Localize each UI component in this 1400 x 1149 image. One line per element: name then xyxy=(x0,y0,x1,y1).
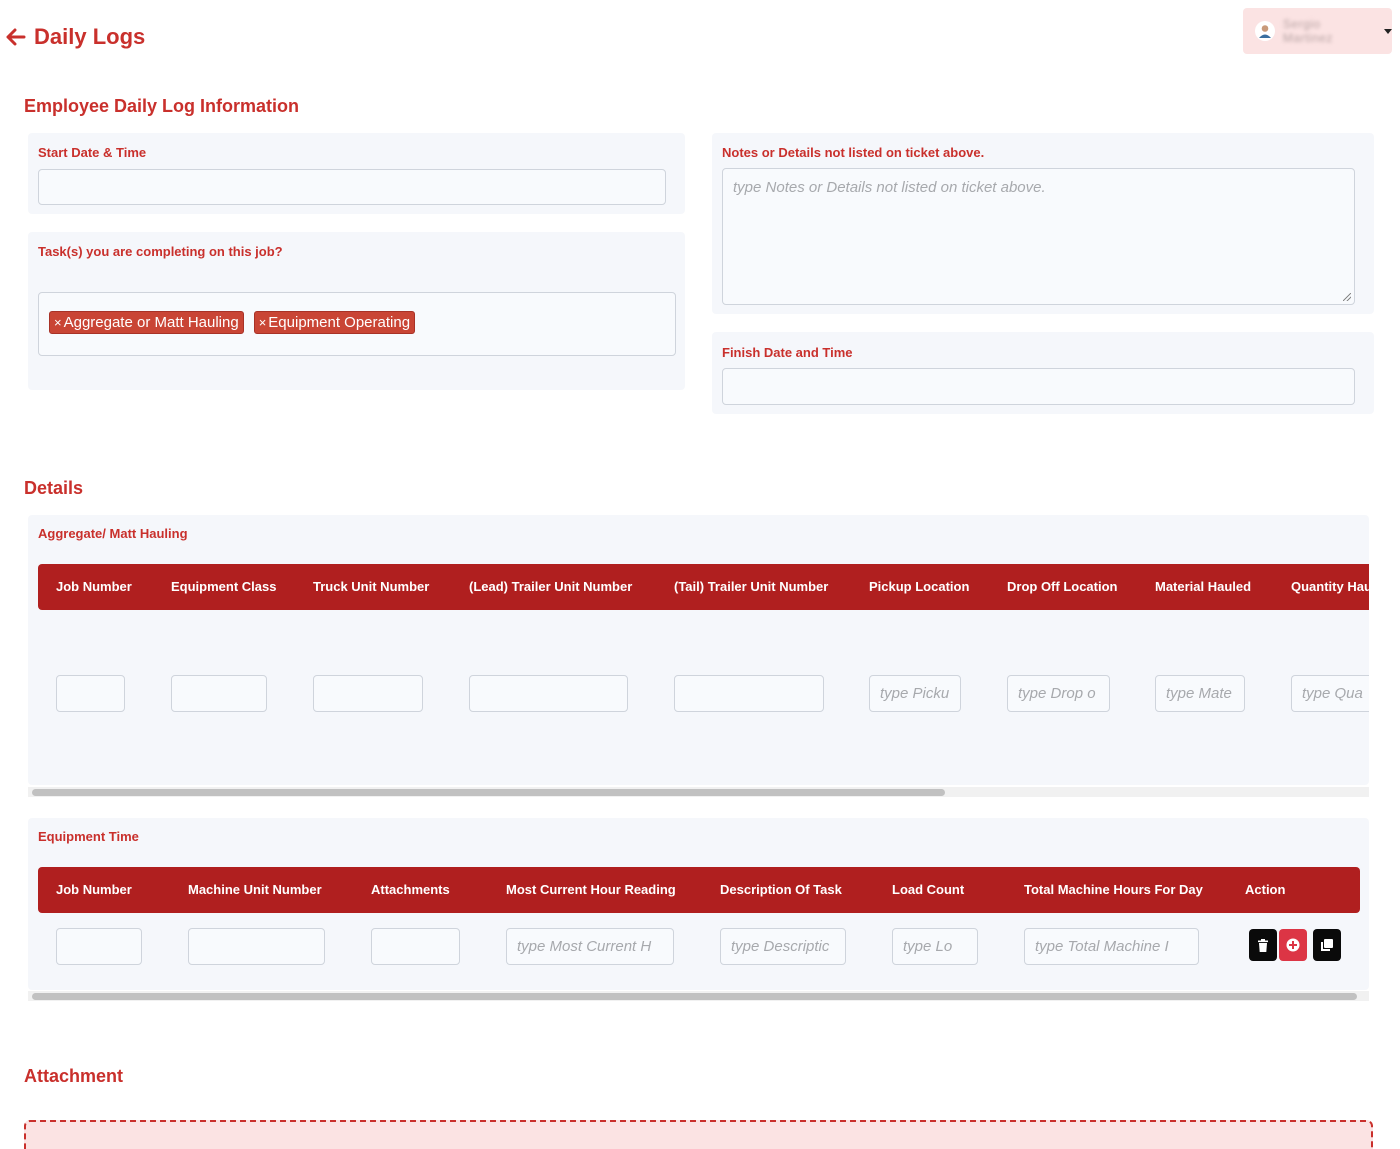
hauling-scrollbar-thumb[interactable] xyxy=(32,789,945,796)
task-tag[interactable]: × Aggregate or Matt Hauling xyxy=(49,311,244,334)
tasks-label: Task(s) you are completing on this job? xyxy=(38,244,283,259)
task-tag[interactable]: × Equipment Operating xyxy=(253,311,416,334)
equipment-job-number-input[interactable] xyxy=(56,928,142,965)
equipment-total-hours-input[interactable]: type Total Machine I xyxy=(1024,928,1199,965)
hauling-lead-trailer-input[interactable] xyxy=(469,675,628,712)
col-attachments[interactable]: Attachments xyxy=(371,867,450,913)
remove-tag-icon[interactable]: × xyxy=(54,315,62,330)
hauling-drop-off-input[interactable]: type Drop o xyxy=(1007,675,1110,712)
finish-date-panel: Finish Date and Time xyxy=(712,332,1374,414)
plus-circle-icon xyxy=(1286,938,1300,952)
resize-handle-icon[interactable] xyxy=(1343,293,1351,301)
attachment-section-title: Attachment xyxy=(24,1066,124,1086)
hauling-table-header: Job Number Equipment Class Truck Unit Nu… xyxy=(38,564,1369,610)
col-quantity-hauled[interactable]: Quantity Hau xyxy=(1291,564,1369,610)
col-total-machine-hours[interactable]: Total Machine Hours For Day xyxy=(1024,867,1203,913)
tasks-multiselect[interactable]: × Aggregate or Matt Hauling × Equipment Ope… xyxy=(38,292,676,356)
col-tail-trailer-unit[interactable]: (Tail) Trailer Unit Number xyxy=(674,564,828,610)
page-title: Daily Logs xyxy=(34,24,146,49)
hauling-tail-trailer-input[interactable] xyxy=(674,675,824,712)
col-lead-trailer-unit[interactable]: (Lead) Trailer Unit Number xyxy=(469,564,632,610)
attachment-dropzone[interactable] xyxy=(24,1120,1373,1149)
finish-date-input[interactable] xyxy=(722,368,1355,405)
col-truck-unit-number[interactable]: Truck Unit Number xyxy=(313,564,429,610)
equipment-scrollbar-thumb[interactable] xyxy=(32,993,1357,1000)
hauling-equipment-class-input[interactable] xyxy=(171,675,267,712)
col-job-number[interactable]: Job Number xyxy=(56,867,132,913)
hauling-pickup-location-input[interactable]: type Picku xyxy=(869,675,961,712)
finish-date-label: Finish Date and Time xyxy=(722,345,853,360)
copy-icon xyxy=(1321,939,1333,951)
hauling-panel: Aggregate/ Matt Hauling xyxy=(28,515,1369,785)
notes-textarea[interactable]: type Notes or Details not listed on tick… xyxy=(722,168,1355,305)
user-menu-button[interactable]: Sergio Martinez xyxy=(1243,8,1392,54)
info-section-title: Employee Daily Log Information xyxy=(24,96,300,116)
col-machine-unit-number[interactable]: Machine Unit Number xyxy=(188,867,322,913)
equipment-table-header: Job Number Machine Unit Number Attachmen… xyxy=(38,867,1360,913)
hauling-job-number-input[interactable] xyxy=(56,675,125,712)
hauling-truck-unit-input[interactable] xyxy=(313,675,423,712)
equipment-machine-unit-input[interactable] xyxy=(188,928,325,965)
user-avatar-icon xyxy=(1255,21,1275,41)
equipment-load-count-input[interactable]: type Lo xyxy=(892,928,978,965)
notes-placeholder: type Notes or Details not listed on tick… xyxy=(733,179,1046,196)
col-most-current-hour-reading[interactable]: Most Current Hour Reading xyxy=(506,867,676,913)
remove-tag-icon[interactable]: × xyxy=(259,315,267,330)
col-equipment-class[interactable]: Equipment Class xyxy=(171,564,276,610)
hauling-scrollbar[interactable] xyxy=(28,787,1369,797)
start-date-panel: Start Date & Time xyxy=(28,133,685,214)
details-section-title: Details xyxy=(24,478,84,498)
delete-row-button[interactable] xyxy=(1249,929,1277,961)
back-to-logs-link[interactable]: Daily Logs xyxy=(6,24,145,50)
arrow-left-icon xyxy=(6,28,26,46)
equipment-title: Equipment Time xyxy=(38,829,139,844)
equipment-scrollbar[interactable] xyxy=(28,991,1369,1001)
col-material-hauled[interactable]: Material Hauled xyxy=(1155,564,1251,610)
hauling-title: Aggregate/ Matt Hauling xyxy=(38,526,188,541)
notes-panel: Notes or Details not listed on ticket ab… xyxy=(712,133,1374,314)
tasks-panel: Task(s) you are completing on this job? … xyxy=(28,232,685,390)
start-date-input[interactable] xyxy=(38,169,666,205)
chevron-down-icon xyxy=(1384,28,1392,34)
equipment-description-input[interactable]: type Descriptic xyxy=(720,928,846,965)
col-pickup-location[interactable]: Pickup Location xyxy=(869,564,969,610)
notes-label: Notes or Details not listed on ticket ab… xyxy=(722,145,985,160)
start-date-label: Start Date & Time xyxy=(38,145,147,160)
user-name: Sergio Martinez xyxy=(1282,17,1333,45)
equipment-hour-reading-input[interactable]: type Most Current H xyxy=(506,928,674,965)
add-row-button[interactable] xyxy=(1279,929,1307,961)
hauling-quantity-input[interactable]: type Qua xyxy=(1291,675,1369,712)
col-description-of-task[interactable]: Description Of Task xyxy=(720,867,842,913)
col-action: Action xyxy=(1245,882,1286,897)
trash-icon xyxy=(1258,938,1268,952)
copy-row-button[interactable] xyxy=(1313,929,1341,961)
equipment-attachments-input[interactable] xyxy=(371,928,460,965)
col-job-number[interactable]: Job Number xyxy=(56,564,132,610)
hauling-material-input[interactable]: type Mate xyxy=(1155,675,1245,712)
col-drop-off-location[interactable]: Drop Off Location xyxy=(1007,564,1118,610)
col-load-count[interactable]: Load Count xyxy=(892,867,964,913)
